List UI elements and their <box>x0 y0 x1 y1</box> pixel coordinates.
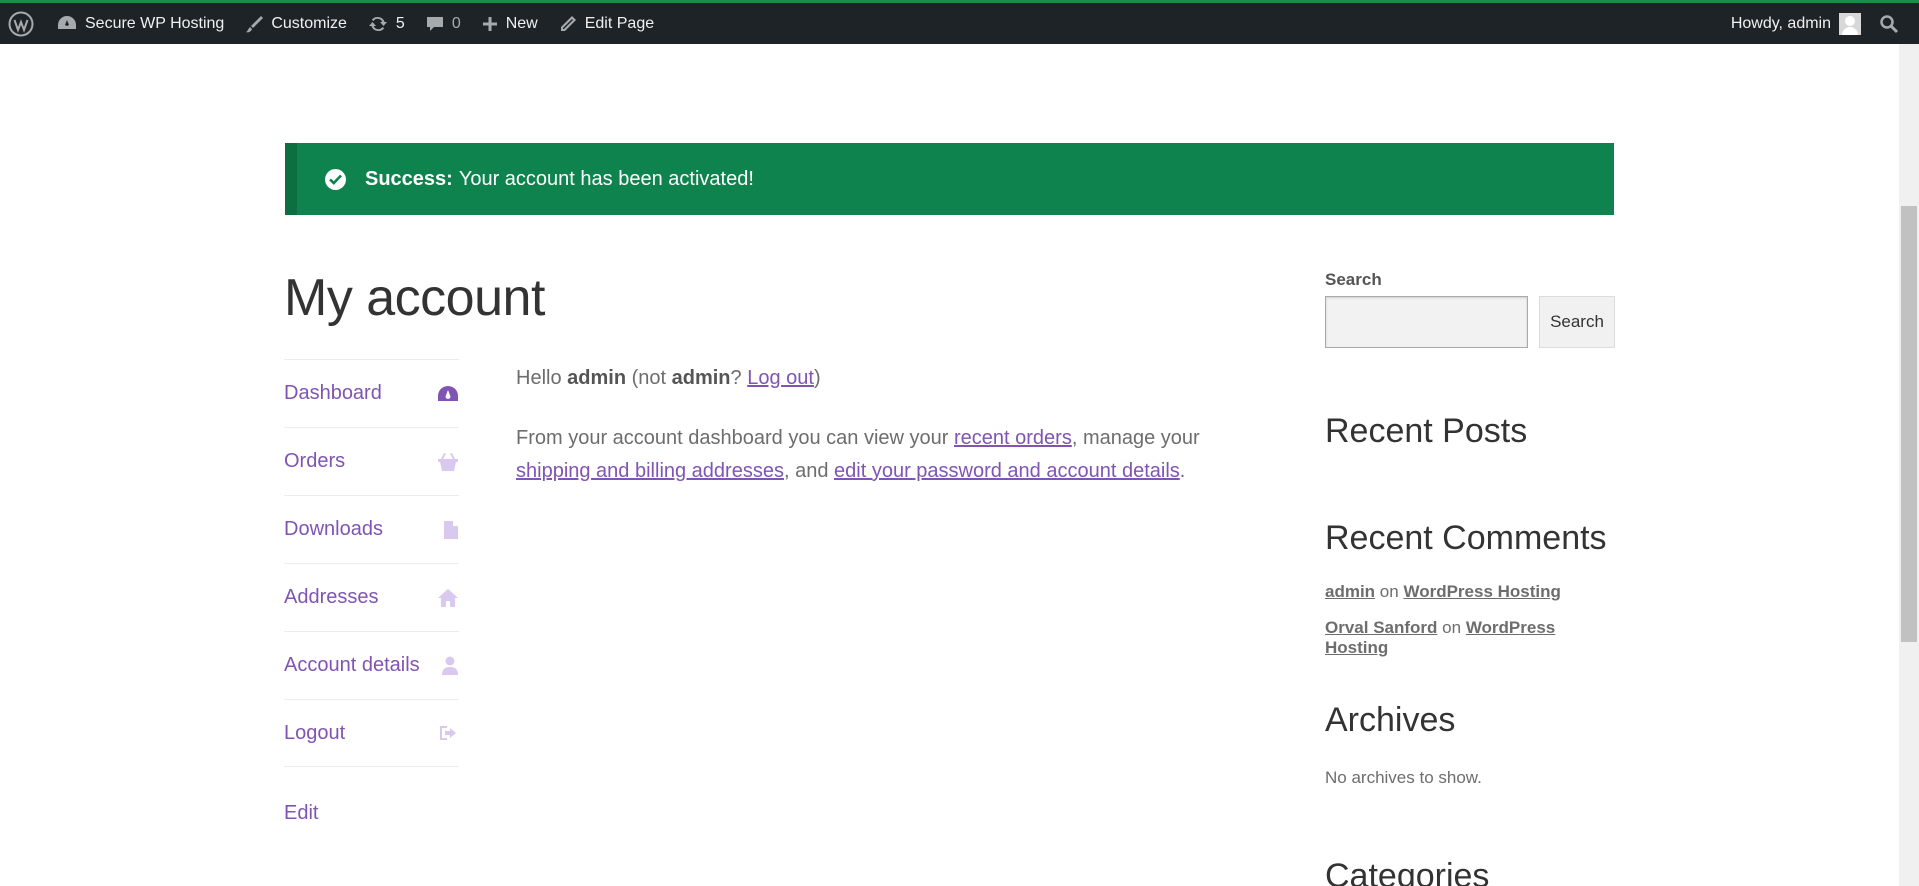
new-content-menu[interactable]: New <box>471 3 548 44</box>
updates-icon <box>368 16 387 31</box>
wordpress-logo-icon <box>8 11 34 36</box>
my-account-menu[interactable]: Howdy, admin <box>1721 3 1871 44</box>
admin-bar-search[interactable] <box>1871 3 1919 44</box>
updates-count: 5 <box>395 14 405 32</box>
recent-orders-link[interactable]: recent orders <box>954 427 1072 449</box>
recent-comments-title: Recent Comments <box>1325 519 1607 557</box>
nav-item-dashboard[interactable]: Dashboard <box>284 359 459 427</box>
sidebar: Search Search Recent Posts Recent Commen… <box>1325 270 1615 886</box>
howdy-label: Howdy, admin <box>1730 14 1831 32</box>
plus-icon <box>482 16 497 31</box>
customize-link[interactable]: Customize <box>234 3 357 44</box>
nav-item-orders[interactable]: Orders <box>284 427 459 495</box>
wordpress-logo-menu[interactable] <box>0 3 46 44</box>
comment-on-text: on <box>1442 618 1462 637</box>
basket-icon <box>438 452 458 471</box>
nav-item-addresses[interactable]: Addresses <box>284 563 459 631</box>
greeting: Hello admin (not admin? Log out) <box>516 362 1266 395</box>
file-icon <box>444 520 458 539</box>
comment-bubble-icon <box>426 16 443 31</box>
nav-item-label: Addresses <box>284 586 379 608</box>
edit-link[interactable]: Edit <box>284 802 318 825</box>
nav-item-label: Downloads <box>284 518 383 540</box>
edit-page-label: Edit Page <box>584 14 655 32</box>
comment-author-link[interactable]: admin <box>1325 582 1375 601</box>
comment-author-link[interactable]: Orval Sanford <box>1325 618 1437 637</box>
comment-post-link[interactable]: WordPress Hosting <box>1403 582 1560 601</box>
nav-item-downloads[interactable]: Downloads <box>284 495 459 563</box>
site-name-menu[interactable]: Secure WP Hosting <box>46 3 234 44</box>
account-navigation: Dashboard Orders Downloads Addresses Acc… <box>284 359 459 767</box>
site-name: Secure WP Hosting <box>85 14 225 32</box>
recent-comment-item: admin on WordPress Hosting <box>1325 582 1561 602</box>
dashboard-icon <box>438 385 458 401</box>
intro-text: , and <box>783 460 835 482</box>
recent-posts-title: Recent Posts <box>1325 412 1528 450</box>
username: admin <box>671 367 731 389</box>
account-details-link[interactable]: edit your password and account details <box>834 460 1180 482</box>
greeting-text: ? <box>730 367 748 389</box>
home-icon <box>438 588 458 607</box>
dashboard-icon <box>58 15 76 29</box>
check-circle-icon <box>325 168 346 190</box>
edit-page-link[interactable]: Edit Page <box>548 3 664 44</box>
intro-text: . <box>1179 460 1186 482</box>
nav-item-label: Orders <box>284 450 346 472</box>
nav-item-account-details[interactable]: Account details <box>284 631 459 699</box>
recent-comment-item: Orval Sanford on WordPress Hosting <box>1325 618 1615 658</box>
new-label: New <box>505 14 538 32</box>
comments-count: 0 <box>451 14 461 32</box>
scrollbar-thumb[interactable] <box>1901 206 1917 642</box>
username: admin <box>567 367 627 389</box>
notice-message: Your account has been activated! <box>458 167 754 190</box>
greeting-text: ) <box>813 367 821 389</box>
nav-item-label: Dashboard <box>284 382 382 404</box>
greeting-text: (not <box>626 367 672 389</box>
intro-text: From your account dashboard you can view… <box>516 427 954 449</box>
avatar <box>1839 12 1861 35</box>
search-icon <box>1880 14 1899 33</box>
success-notice: Success: Your account has been activated… <box>285 143 1614 215</box>
admin-bar: Secure WP Hosting Customize 5 0 New Edit… <box>0 3 1919 44</box>
addresses-link[interactable]: shipping and billing addresses <box>516 460 784 482</box>
notice-label: Success: <box>365 167 453 190</box>
sign-out-icon <box>440 726 456 740</box>
no-archives-text: No archives to show. <box>1325 768 1482 787</box>
customize-label: Customize <box>271 14 347 32</box>
comments-link[interactable]: 0 <box>415 3 471 44</box>
search-form: Search <box>1325 296 1615 348</box>
paintbrush-icon <box>246 15 264 32</box>
logout-link[interactable]: Log out <box>747 367 814 389</box>
nav-item-label: Logout <box>284 721 346 744</box>
page-title: My account <box>284 269 545 327</box>
nav-item-label: Account details <box>284 654 420 676</box>
dashboard-intro: From your account dashboard you can view… <box>516 422 1266 488</box>
nav-item-logout[interactable]: Logout <box>284 699 459 767</box>
greeting-text: Hello <box>516 367 568 389</box>
search-input[interactable] <box>1325 296 1528 348</box>
dashboard-content: Hello admin (not admin? Log out) From yo… <box>516 362 1266 488</box>
comment-on-text: on <box>1379 582 1399 601</box>
intro-text: , manage your <box>1071 427 1200 449</box>
categories-title: Categories <box>1325 857 1490 886</box>
pencil-icon <box>560 15 576 31</box>
search-label: Search <box>1325 270 1382 289</box>
updates-link[interactable]: 5 <box>357 3 415 44</box>
user-icon <box>442 656 458 675</box>
search-button[interactable]: Search <box>1539 296 1615 348</box>
archives-title: Archives <box>1325 701 1456 739</box>
